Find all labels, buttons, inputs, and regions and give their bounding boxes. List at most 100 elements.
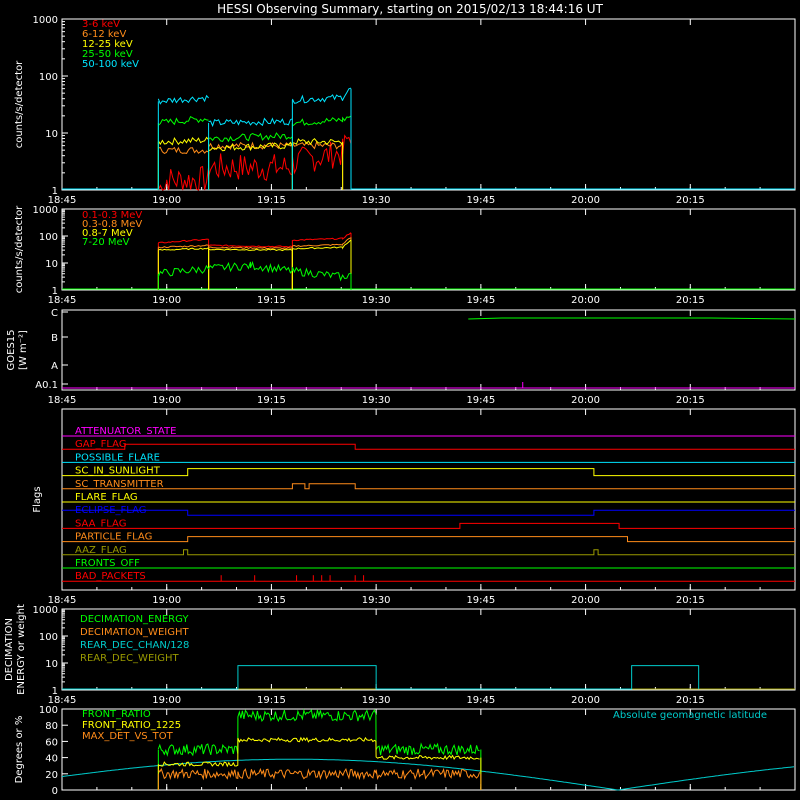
- max-det-vs-tot-line: [157, 767, 481, 781]
- flags-xtick-label: 20:00: [571, 595, 600, 606]
- panel2-ytick-label: 10: [45, 259, 58, 270]
- panel3-xtick-label: 19:15: [257, 395, 286, 406]
- ratio-legend-1: FRONT_RATIO_1225: [82, 720, 181, 731]
- decimation-ytick-label: 10: [45, 659, 58, 670]
- panel1-series-0: [157, 165, 210, 191]
- panel2-series-3: [157, 260, 352, 282]
- decimation-legend-2: REAR_DEC_CHAN/128: [80, 640, 189, 651]
- flag-label-5: FLARE_FLAG: [75, 492, 138, 503]
- panel3-frame: [61, 309, 796, 391]
- chart-title: HESSI Observing Summary, starting on 201…: [217, 2, 603, 16]
- ratio-ytick-label: 60: [45, 737, 58, 748]
- panel3-ylabel: GOES15: [6, 329, 17, 370]
- ratio-ytick-label: 80: [45, 721, 58, 732]
- panel2-xtick-label: 20:15: [676, 295, 705, 306]
- panel2-series-0: [292, 232, 352, 242]
- panel1-xtick-label: 19:15: [257, 195, 286, 206]
- flags-xtick-label: 19:00: [152, 595, 181, 606]
- decimation-legend-3: REAR_DEC_WEIGHT: [80, 653, 179, 664]
- flag-label-0: ATTENUATOR_STATE: [75, 426, 176, 437]
- panel3-ytick-label: A: [51, 361, 58, 372]
- flag-label-3: SC_IN_SUNLIGHT: [75, 466, 161, 477]
- panel1-xtick-label: 20:15: [676, 195, 705, 206]
- decimation-xtick-label: 20:00: [571, 695, 600, 706]
- panel1-series-3: [208, 132, 293, 143]
- panel2-ytick-label: 100: [39, 232, 58, 243]
- panel2-xtick-label: 19:45: [466, 295, 495, 306]
- panel1-xtick-label: 19:45: [466, 195, 495, 206]
- ratio-legend-2: MAX_DET_VS_TOT: [82, 731, 174, 742]
- flag-label-8: PARTICLE_FLAG: [75, 532, 152, 543]
- panel3-ytick-label: A0.1: [35, 380, 58, 391]
- hessi-summary-chart: HESSI Observing Summary, starting on 201…: [4, 2, 796, 797]
- panel2-series-2: [208, 248, 293, 252]
- panel1-ytick-label: 100: [39, 72, 58, 83]
- flags-xtick-label: 19:45: [466, 595, 495, 606]
- panel2-series-0: [158, 238, 209, 244]
- decimation-ytick-label: 1000: [33, 605, 58, 616]
- flag-label-1: GAP_FLAG: [75, 439, 127, 450]
- text-layer: 18:45 19:00 19:15 19:30 19:45 20:00 20:1511010…: [4, 15, 767, 797]
- flags-ylabel: Flags: [32, 486, 43, 512]
- panel2-series-2: [158, 247, 209, 251]
- decimation-ytick-label: 100: [39, 632, 58, 643]
- panel2-xtick-label: 19:30: [362, 295, 391, 306]
- rear-dec-chan-line: [62, 665, 700, 690]
- decimation-ytick-label: 1: [52, 686, 58, 697]
- flag-line-4: [62, 483, 795, 490]
- flag-label-9: AAZ_FLAG: [75, 545, 127, 556]
- flag-line-1: [62, 443, 795, 450]
- panel1-frame: [61, 18, 796, 191]
- panel3-xtick-label: 19:00: [152, 395, 181, 406]
- flag-label-11: BAD_PACKETS: [75, 571, 146, 582]
- decimation-xtick-label: 19:30: [362, 695, 391, 706]
- panel3-xtick-label: 19:30: [362, 395, 391, 406]
- panel2-xtick-label: 19:15: [257, 295, 286, 306]
- data-layer: [61, 87, 796, 791]
- panel3-xtick-label: 19:45: [466, 395, 495, 406]
- panel3-ylabel-unit: [W m⁻²]: [18, 330, 29, 370]
- panel3-xtick-label: 20:00: [571, 395, 600, 406]
- decimation-xtick-label: 19:45: [466, 695, 495, 706]
- ratio-annotation: Absolute geomagnetic latitude: [613, 710, 767, 721]
- panel1-ytick-label: 1000: [33, 15, 58, 26]
- decimation-xtick-label: 19:15: [257, 695, 286, 706]
- panel1-ytick-label: 10: [45, 129, 58, 140]
- panel3-xtick-label: 18:45: [48, 395, 77, 406]
- panel1-series-4: [291, 87, 352, 104]
- ratio-legend-0: FRONT_RATIO: [82, 709, 151, 720]
- panel2-xtick-label: 19:00: [152, 295, 181, 306]
- ratio-ylabel: Degrees or %: [14, 716, 25, 784]
- decimation-ylabel: DECIMATION: [4, 618, 15, 681]
- ratio-ytick-label: 0: [52, 786, 58, 797]
- flags-xtick-label: 19:15: [257, 595, 286, 606]
- panel3-ytick-label: B: [51, 333, 58, 344]
- panel2-series-1: [208, 246, 293, 250]
- panel2-ylabel: counts/s/detector: [14, 205, 25, 293]
- flag-label-4: SC_TRANSMITTER: [75, 479, 164, 490]
- flag-label-10: FRONTS_OFF: [75, 558, 140, 569]
- panel3-goes-high: [468, 317, 796, 320]
- front-ratio-1225-line: [158, 736, 480, 768]
- panel1-series-1: [158, 146, 209, 154]
- flag-line-6: [62, 509, 795, 516]
- ratio-ytick-label: 100: [39, 705, 58, 716]
- flag-label-6: ECLIPSE_FLAG: [75, 505, 146, 516]
- panel1-series-2: [157, 136, 209, 146]
- panel1-xtick-label: 20:00: [571, 195, 600, 206]
- ratio-ytick-label: 20: [45, 770, 58, 781]
- panel1-xtick-label: 19:30: [362, 195, 391, 206]
- panel1-ytick-label: 1: [52, 186, 58, 197]
- flag-line-3: [62, 468, 795, 477]
- panel2-series-1: [158, 244, 209, 249]
- panel3-ytick-label: C: [51, 308, 58, 319]
- flag-label-7: SAA_FLAG: [75, 518, 126, 529]
- decimation-legend-0: DECIMATION_ENERGY: [80, 614, 189, 625]
- decimation-ylabel2: ENERGY or weight: [16, 604, 27, 695]
- flag-line-8: [62, 536, 795, 543]
- panel2-ytick-label: 1000: [33, 205, 58, 216]
- flag-line-9: [62, 549, 795, 556]
- panel1-series-4: [157, 94, 209, 105]
- ratio-ytick-label: 40: [45, 754, 58, 765]
- flags-xtick-label: 20:15: [676, 595, 705, 606]
